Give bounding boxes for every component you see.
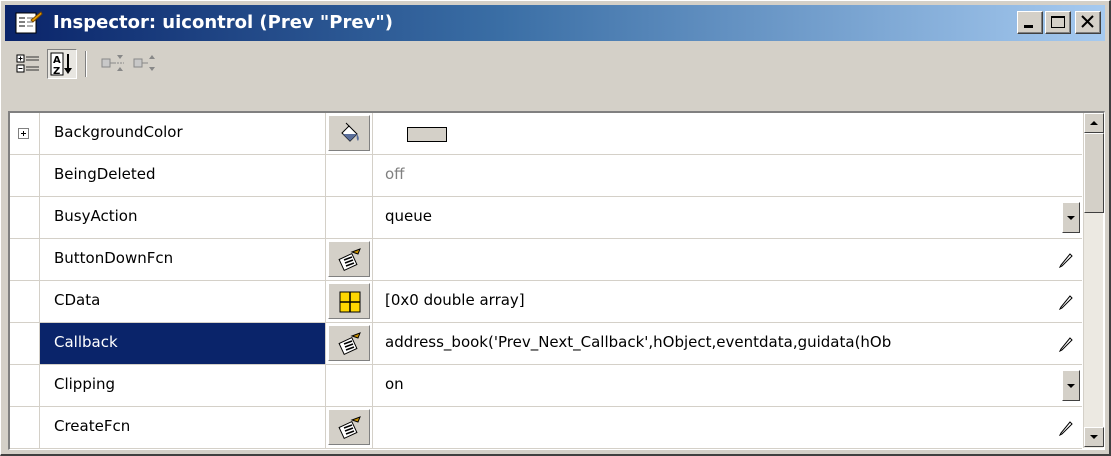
- callback-edit-button[interactable]: [328, 325, 370, 361]
- editor-cell: [326, 407, 373, 448]
- property-value-text: [0x0 double array]: [385, 291, 525, 309]
- property-value[interactable]: [373, 239, 1082, 280]
- sort-az-icon: A Z: [50, 52, 72, 77]
- property-row-cdata[interactable]: CData [0x0 double array]: [10, 281, 1082, 323]
- expander-cell: [10, 323, 40, 364]
- editor-cell: [326, 365, 373, 406]
- minimize-icon: [1024, 25, 1033, 28]
- property-name: Callback: [40, 323, 326, 364]
- property-name: ButtonDownFcn: [40, 239, 326, 280]
- expander-cell: [10, 155, 40, 196]
- callback-edit-icon: [338, 248, 361, 272]
- expander-cell: [10, 113, 40, 154]
- minimize-button[interactable]: [1017, 11, 1043, 34]
- expander-cell: [10, 365, 40, 406]
- property-row-beingdeleted[interactable]: BeingDeleted off: [10, 155, 1082, 197]
- property-value[interactable]: address_book('Prev_Next_Callback',hObjec…: [373, 323, 1082, 364]
- scroll-up-button[interactable]: [1084, 113, 1104, 133]
- color-swatch[interactable]: [407, 127, 447, 142]
- collapse-all-icon: [133, 55, 155, 71]
- chevron-down-icon: [1067, 216, 1075, 220]
- scrollbar-thumb[interactable]: [1084, 133, 1104, 213]
- property-row-backgroundcolor[interactable]: BackgroundColor: [10, 113, 1082, 155]
- expand-all-icon: [101, 55, 124, 71]
- expander-cell: [10, 281, 40, 322]
- callback-edit-button[interactable]: [328, 241, 370, 277]
- property-row-clipping[interactable]: Clipping on: [10, 365, 1082, 407]
- expander-cell: [10, 407, 40, 448]
- array-grid-icon: [339, 291, 361, 313]
- editor-cell: [326, 155, 373, 196]
- pencil-icon[interactable]: [1058, 294, 1074, 310]
- chevron-down-icon: [1067, 384, 1075, 388]
- vertical-scrollbar[interactable]: [1083, 113, 1104, 448]
- property-value-text: off: [385, 165, 405, 183]
- chevron-up-icon: [1090, 121, 1098, 125]
- dropdown-button[interactable]: [1062, 202, 1080, 233]
- inspector-app-icon: [15, 11, 43, 34]
- expand-all-button[interactable]: [97, 49, 127, 79]
- pencil-icon[interactable]: [1058, 252, 1074, 268]
- inspector-window: Inspector: uicontrol (Prev "Prev") A Z B…: [0, 0, 1111, 456]
- maximize-icon: [1051, 16, 1065, 28]
- editor-cell: [326, 197, 373, 238]
- property-name: Clipping: [40, 365, 326, 406]
- property-name: CreateFcn: [40, 407, 326, 448]
- pencil-icon[interactable]: [1058, 336, 1074, 352]
- paint-bucket-icon: [341, 122, 359, 142]
- callback-edit-icon: [338, 416, 361, 440]
- property-value[interactable]: [373, 113, 1082, 154]
- expander-cell: [10, 197, 40, 238]
- callback-edit-icon: [338, 332, 361, 356]
- expand-plus-icon[interactable]: [18, 128, 29, 139]
- svg-text:A: A: [53, 55, 61, 66]
- editor-cell: [326, 239, 373, 280]
- category-view-icon: [16, 54, 39, 73]
- property-value-text: on: [385, 375, 404, 393]
- property-row-callback[interactable]: Callback address_book('Prev_Next_Callbac…: [10, 323, 1082, 365]
- title-bar[interactable]: Inspector: uicontrol (Prev "Prev"): [5, 5, 1105, 41]
- property-value-text: address_book('Prev_Next_Callback',hObjec…: [385, 333, 892, 351]
- property-name: BusyAction: [40, 197, 326, 238]
- expander-cell: [10, 239, 40, 280]
- property-grid[interactable]: BackgroundColor BeingDeleted off BusyAct…: [8, 111, 1105, 450]
- categorized-view-button[interactable]: [13, 49, 43, 79]
- dropdown-button[interactable]: [1062, 370, 1080, 401]
- sort-alphabetical-button[interactable]: A Z: [47, 49, 77, 79]
- property-row-busyaction[interactable]: BusyAction queue: [10, 197, 1082, 239]
- collapse-all-button[interactable]: [129, 49, 159, 79]
- color-picker-button[interactable]: [328, 115, 370, 151]
- property-row-buttondownfcn[interactable]: ButtonDownFcn: [10, 239, 1082, 281]
- property-value[interactable]: [0x0 double array]: [373, 281, 1082, 322]
- property-value[interactable]: on: [373, 365, 1082, 406]
- property-name: BeingDeleted: [40, 155, 326, 196]
- property-value[interactable]: queue: [373, 197, 1082, 238]
- editor-cell: [326, 323, 373, 364]
- property-value[interactable]: [373, 407, 1082, 448]
- property-name: BackgroundColor: [40, 113, 326, 154]
- scroll-down-button[interactable]: [1084, 427, 1104, 447]
- toolbar: A Z: [5, 43, 1105, 83]
- editor-cell: [326, 281, 373, 322]
- toolbar-separator: [85, 51, 87, 77]
- callback-edit-button[interactable]: [328, 409, 370, 445]
- chevron-down-icon: [1090, 435, 1098, 439]
- svg-text:Z: Z: [53, 66, 60, 77]
- array-edit-button[interactable]: [328, 283, 370, 319]
- property-value: off: [373, 155, 1082, 196]
- pencil-icon[interactable]: [1058, 420, 1074, 436]
- property-name: CData: [40, 281, 326, 322]
- property-value-text: queue: [385, 207, 432, 225]
- window-title: Inspector: uicontrol (Prev "Prev"): [53, 12, 393, 33]
- property-row-createfcn[interactable]: CreateFcn: [10, 407, 1082, 449]
- close-button[interactable]: [1075, 11, 1101, 34]
- maximize-button[interactable]: [1045, 11, 1071, 34]
- close-icon: [1081, 15, 1094, 28]
- editor-cell: [326, 113, 373, 154]
